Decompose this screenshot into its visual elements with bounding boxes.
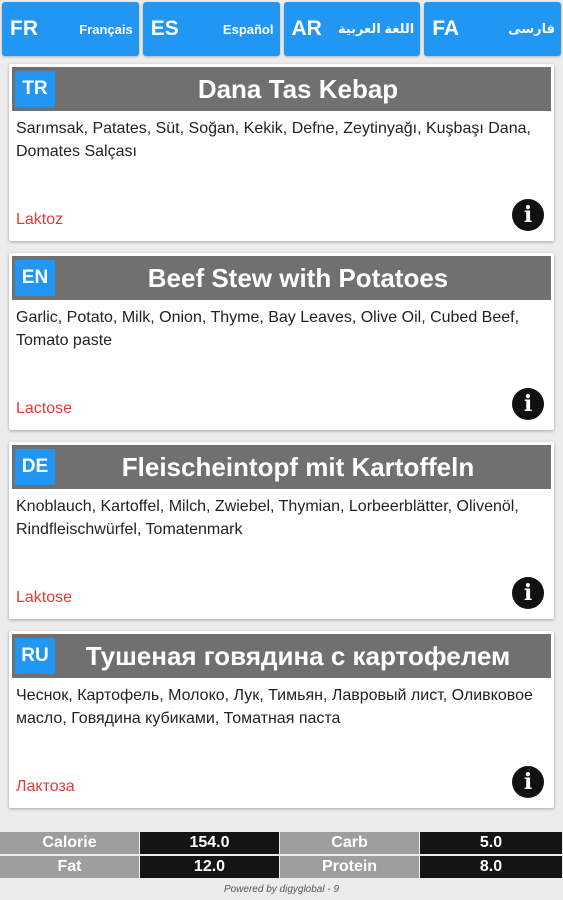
nutrition-table: Calorie 154.0 Carb 5.0 Fat 12.0 Protein … [0, 832, 563, 878]
translation-card-tr: TR Dana Tas Kebap Sarımsak, Patates, Süt… [9, 64, 554, 241]
ingredients-text: Garlic, Potato, Milk, Onion, Thyme, Bay … [16, 309, 520, 349]
translation-cards: TR Dana Tas Kebap Sarımsak, Patates, Süt… [9, 64, 554, 820]
dish-title: Dana Tas Kebap [197, 73, 399, 104]
language-badge: RU [15, 638, 55, 674]
info-icon[interactable]: i [512, 388, 544, 420]
info-icon[interactable]: i [512, 199, 544, 231]
info-icon[interactable]: i [512, 766, 544, 798]
dish-title: Тушеная говядина с картофелем [85, 640, 511, 671]
translation-card-de: DE Fleischeintopf mit Kartoffeln Knoblau… [9, 442, 554, 619]
calorie-value: 154.0 [140, 832, 280, 854]
allergen-text: Лактоза [16, 778, 75, 795]
protein-value: 8.0 [420, 856, 563, 878]
carb-label: Carb [280, 832, 420, 854]
card-header: DE Fleischeintopf mit Kartoffeln [12, 445, 551, 489]
language-badge: DE [15, 449, 55, 485]
language-bar: FR Français ES Español AR اللغة العربية … [2, 2, 561, 56]
card-header: EN Beef Stew with Potatoes [12, 256, 551, 300]
carb-value: 5.0 [420, 832, 563, 854]
language-badge: EN [15, 260, 55, 296]
translation-card-ru: RU Тушеная говядина с картофелем Чеснок,… [9, 631, 554, 808]
card-header: TR Dana Tas Kebap [12, 67, 551, 111]
language-button-fa[interactable]: FA فارسی [424, 2, 561, 56]
fat-value: 12.0 [140, 856, 280, 878]
translation-card-en: EN Beef Stew with Potatoes Garlic, Potat… [9, 253, 554, 430]
protein-label: Protein [280, 856, 420, 878]
language-name: Español [222, 21, 274, 37]
language-code: ES [150, 17, 179, 40]
language-name: Français [79, 21, 133, 37]
dish-title: Beef Stew with Potatoes [147, 262, 449, 293]
powered-by-footer: Powered by digyglobal - 9 [223, 884, 340, 895]
allergen-text: Laktoz [16, 211, 64, 228]
language-name: اللغة العربية [337, 21, 415, 36]
calorie-label: Calorie [0, 832, 140, 854]
language-code: AR [291, 17, 322, 40]
language-button-es[interactable]: ES Español [142, 2, 280, 56]
fat-label: Fat [0, 856, 140, 878]
language-code: FR [10, 17, 38, 40]
ingredients-text: Sarımsak, Patates, Süt, Soğan, Kekik, De… [16, 120, 531, 160]
ingredients-text: Knoblauch, Kartoffel, Milch, Zwiebel, Th… [16, 498, 519, 538]
allergen-text: Laktose [16, 589, 73, 606]
info-icon[interactable]: i [512, 577, 544, 609]
dish-title: Fleischeintopf mit Kartoffeln [121, 451, 475, 482]
card-header: RU Тушеная говядина с картофелем [12, 634, 551, 678]
language-name: فارسی [508, 21, 555, 36]
language-badge: TR [15, 71, 55, 107]
language-button-ar[interactable]: AR اللغة العربية [283, 2, 421, 56]
ingredients-text: Чеснок, Картофель, Молоко, Лук, Тимьян, … [16, 687, 533, 727]
language-code: FA [432, 17, 460, 40]
language-button-fr[interactable]: FR Français [2, 2, 139, 56]
allergen-text: Lactose [16, 400, 73, 417]
